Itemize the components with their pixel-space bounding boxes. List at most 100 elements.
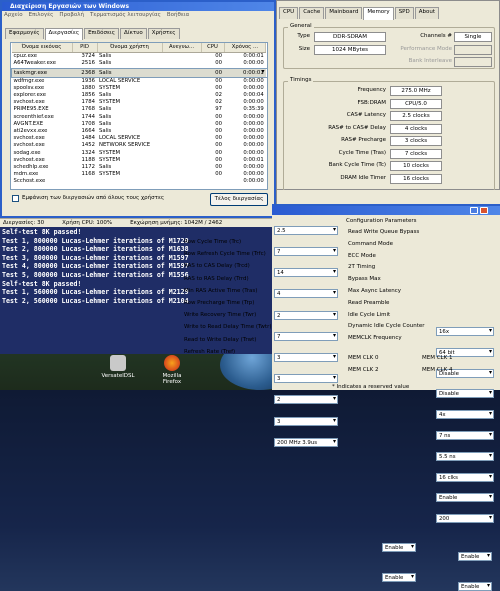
close-button[interactable] [480, 207, 488, 214]
mem-param-select[interactable]: 3 [274, 353, 338, 362]
mem-param-select[interactable]: 3 [274, 374, 338, 384]
col-cpu-time[interactable]: Χρόνος ... [224, 43, 267, 54]
menu-options[interactable]: Επιλογές [29, 12, 54, 21]
table-row[interactable]: cpuz.exe 3724 Salis 00 0:00:01 [12, 53, 267, 61]
table-cell: 00 [215, 53, 222, 60]
col-user[interactable]: Όνομα χρήστη [97, 43, 163, 54]
mem-param-select[interactable]: 2 [274, 310, 338, 320]
timing-value: 7 clocks [390, 148, 442, 159]
table-row[interactable]: A64Tweaker.exe 2516 Salis 00 0:00:00 [12, 60, 267, 68]
timing-value: 275.0 MHz [390, 86, 442, 96]
mem-param-select[interactable]: 3 [274, 416, 338, 426]
tab-applications[interactable]: Εφαρμογές [5, 28, 44, 39]
config-params-title: Configuration Parameters [346, 218, 417, 224]
table-row[interactable]: svchost.exe 1188 SYSTEM 00 0:00:01 [12, 157, 267, 164]
tab-cache[interactable]: Cache [299, 7, 325, 19]
show-all-processes-checkbox[interactable] [12, 195, 19, 202]
tab-spd[interactable]: SPD [394, 7, 414, 19]
mem-param-select[interactable]: 2 [274, 395, 338, 405]
timing-value: 10 clocks [390, 161, 442, 171]
table-cell [162, 92, 201, 99]
perf-mode-value [454, 45, 492, 55]
dsl-icon [110, 355, 126, 371]
col-pid[interactable]: PID [72, 43, 98, 54]
tab-networking[interactable]: Δίκτυο [120, 28, 147, 39]
table-row[interactable]: mdm.exe 1168 SYSTEM 00 0:00:00 [12, 171, 267, 178]
table-cell: Salis [99, 53, 112, 60]
table-row[interactable]: svchost.exe 1784 SYSTEM 02 0:00:00 [12, 99, 267, 106]
table-cell: 00 [215, 156, 222, 163]
config-param-select[interactable]: Disable [436, 389, 494, 399]
config-param-select[interactable]: 16x [436, 327, 494, 336]
process-list[interactable]: Όνομα εικόνας PID Όνομα χρήστη Ανεγνω...… [10, 42, 268, 190]
tab-memory[interactable]: Memory [363, 7, 394, 20]
table-row[interactable]: wdfmgr.exe 1936 LOCAL SERVICE 00 0:00:00 [12, 77, 267, 85]
table-row[interactable]: PRIME95.EXE 1768 Salis 97 0:35:39 [12, 106, 267, 113]
config-param-select[interactable]: 16 clks [436, 472, 494, 482]
table-cell: mdm.exe [13, 171, 39, 178]
config-param-select[interactable]: 7 ns [436, 431, 494, 440]
mem-param-label: Write Recovery Time (Twr) [184, 312, 257, 319]
config-param-select[interactable]: 200 [436, 514, 494, 524]
mem-param-select[interactable]: 200 MHz 3.9us [274, 437, 338, 447]
table-cell: screenthief.exe [13, 113, 54, 120]
firefox-icon [164, 355, 180, 371]
config-param-select[interactable]: 4x [436, 410, 494, 420]
desktop-icon-versateldsl[interactable]: VersatelDSL [100, 355, 136, 379]
table-row[interactable]: screenthief.exe 1744 Salis 00 0:00:00 [12, 114, 267, 121]
table-cell: 0:00:01 [243, 53, 264, 60]
menu-file[interactable]: Αρχείο [4, 12, 23, 21]
table-row[interactable]: spoolsv.exe 1880 SYSTEM 00 0:00:00 [12, 85, 267, 92]
tab-users[interactable]: Χρήστες [147, 28, 180, 39]
memclk-label: MEM CLK 1 [422, 355, 453, 361]
table-row[interactable]: sodag.exe 1324 SYSTEM 00 0:00:00 [12, 150, 267, 157]
memclk-label: MEM CLK 0 [348, 355, 379, 361]
memclk-select[interactable]: Enable [458, 582, 492, 591]
desktop-icon-label: Mozilla Firefox [162, 373, 182, 385]
memclk-select[interactable]: Enable [382, 543, 416, 552]
config-param-select[interactable]: 5.5 ns [436, 451, 494, 461]
table-row[interactable]: AVGNT.EXE 1708 Salis 00 0:00:00 [12, 121, 267, 128]
desktop-icon-firefox[interactable]: Mozilla Firefox [154, 355, 190, 385]
cas-latency-select[interactable]: 2.5 [274, 226, 338, 235]
mem-param-label: Min RAS Active Time (Tras) [184, 287, 258, 294]
memclk-select[interactable]: Enable [382, 573, 416, 582]
table-row[interactable]: svchost.exe 1484 LOCAL SERVICE 00 0:00:00 [12, 135, 267, 142]
table-cell [162, 53, 201, 61]
table-cell [162, 135, 201, 142]
table-row[interactable]: ati2evxx.exe 1664 Salis 00 0:00:00 [12, 128, 267, 135]
table-row[interactable]: svchost.exe 1452 NETWORK SERVICE 00 0:00:00 [12, 142, 267, 149]
table-row[interactable]: taskmgr.exe 2368 Salis 00 0:00:01 [11, 68, 267, 78]
channels-label: Channels # [420, 33, 452, 39]
table-row[interactable]: Scchost.exe 0:00:00 [12, 178, 267, 185]
table-cell: NETWORK SERVICE [99, 142, 151, 149]
tab-cpu[interactable]: CPU [279, 7, 299, 19]
end-process-button[interactable]: Τέλος διεργασίας [210, 193, 268, 206]
mem-param-select[interactable]: 4 [274, 289, 338, 299]
table-cell: 0:00:00 [243, 77, 264, 84]
table-row[interactable]: schedhlp.exe 1172 Salis 00 0:00:00 [12, 164, 267, 171]
col-session[interactable]: Ανεγνω... [162, 43, 202, 54]
config-param-select[interactable]: Enable [436, 493, 494, 503]
menu-shutdown[interactable]: Τερματισμός λειτουργίας [90, 12, 161, 21]
minimize-button[interactable] [470, 207, 478, 214]
tab-processes[interactable]: Διεργασίες [44, 28, 84, 40]
tab-mainboard[interactable]: Mainboard [325, 7, 363, 19]
table-cell: LOCAL SERVICE [99, 77, 141, 84]
menu-help[interactable]: Βοήθεια [167, 12, 189, 21]
mem-param-select[interactable]: 7 [274, 247, 338, 256]
table-cell: 1880 [81, 84, 95, 91]
mem-param-select[interactable]: 7 [274, 331, 338, 341]
table-row[interactable]: explorer.exe 1856 Salis 02 0:00:04 [12, 92, 267, 99]
table-cell: Salis [97, 68, 162, 78]
col-image-name[interactable]: Όνομα εικόνας [11, 43, 73, 54]
tab-about[interactable]: About [414, 7, 439, 19]
menu-view[interactable]: Προβολή [59, 12, 84, 21]
tab-performance[interactable]: Επιδόσεις [84, 28, 120, 39]
table-cell: Salis [99, 60, 112, 67]
mem-param-select[interactable]: 14 [274, 268, 338, 278]
col-cpu[interactable]: CPU [201, 43, 225, 54]
memclk-select[interactable]: Enable [458, 552, 492, 561]
table-cell: A64Tweaker.exe [13, 60, 56, 67]
table-cell: SYSTEM [99, 99, 121, 106]
